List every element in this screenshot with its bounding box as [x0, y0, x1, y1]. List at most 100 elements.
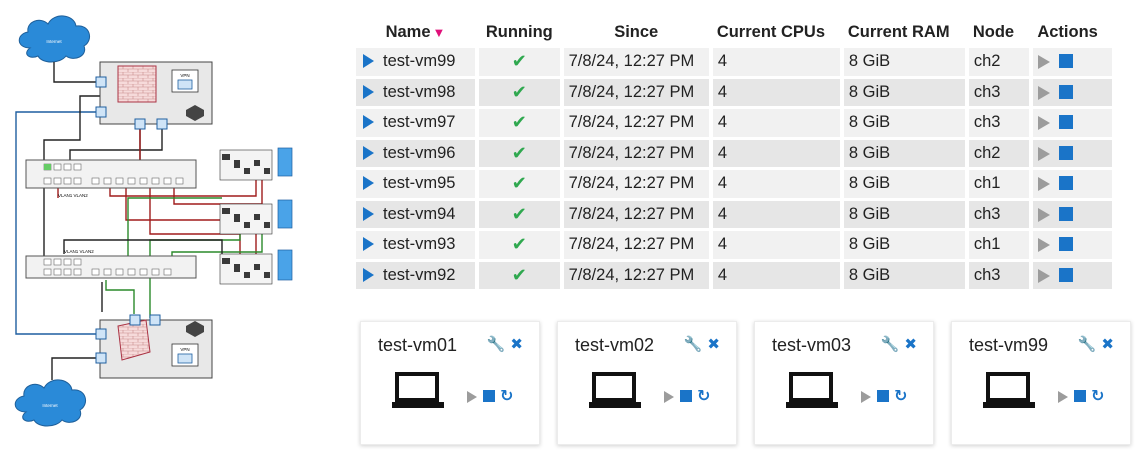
- ram-cell: 8 GiB: [843, 109, 965, 137]
- play-icon[interactable]: [1038, 116, 1051, 131]
- vm-name: test-vm97: [383, 113, 456, 132]
- vm-card-actions: ↻: [1058, 386, 1104, 406]
- play-icon[interactable]: [1038, 55, 1051, 70]
- firewall-group-top: VPN: [95, 61, 213, 130]
- stop-icon[interactable]: [680, 390, 692, 402]
- close-icon[interactable]: ✖: [1101, 336, 1114, 353]
- vm-name: test-vm96: [383, 143, 456, 162]
- table-row[interactable]: test-vm93 ✔ 7/8/24, 12:27 PM 4 8 GiB ch1: [356, 231, 1112, 259]
- vm-card-tools: 🔧 ✖: [679, 335, 720, 353]
- restart-icon[interactable]: ↻: [894, 388, 907, 405]
- vm-card-title: test-vm03: [772, 335, 852, 355]
- switch-top: VLAN1 VLAN2: [25, 159, 197, 198]
- vm-name-cell[interactable]: test-vm92: [356, 261, 475, 289]
- play-icon[interactable]: [664, 391, 674, 403]
- close-icon[interactable]: ✖: [904, 336, 917, 353]
- table-row[interactable]: test-vm94 ✔ 7/8/24, 12:27 PM 4 8 GiB ch3: [356, 200, 1112, 228]
- firewall-group-bottom: VPN: [95, 314, 213, 379]
- expand-triangle-icon[interactable]: [363, 206, 374, 221]
- stop-icon[interactable]: [1059, 54, 1074, 69]
- vm-card[interactable]: test-vm03 🔧 ✖ ↻: [754, 321, 934, 445]
- stop-icon[interactable]: [1074, 390, 1086, 402]
- expand-triangle-icon[interactable]: [363, 115, 374, 130]
- stop-icon[interactable]: [1059, 176, 1074, 191]
- vm-card-title: test-vm99: [969, 335, 1049, 355]
- restart-icon[interactable]: ↻: [1091, 388, 1104, 405]
- wrench-icon[interactable]: 🔧: [487, 336, 506, 353]
- table-row[interactable]: test-vm92 ✔ 7/8/24, 12:27 PM 4 8 GiB ch3: [356, 261, 1112, 289]
- vm-card[interactable]: test-vm01 🔧 ✖ ↻: [360, 321, 540, 445]
- table-header-row: Name ▼ Running Since Current CPUs Current…: [356, 21, 1112, 45]
- server-group: [219, 147, 293, 285]
- vm-name-cell[interactable]: test-vm93: [356, 231, 475, 259]
- vm-card-tools: 🔧 ✖: [1073, 335, 1114, 353]
- restart-icon[interactable]: ↻: [500, 388, 513, 405]
- stop-icon[interactable]: [1059, 237, 1074, 252]
- actions-cell: [1033, 48, 1112, 76]
- close-icon[interactable]: ✖: [510, 336, 523, 353]
- column-header-node[interactable]: Node: [969, 21, 1029, 45]
- play-icon[interactable]: [1038, 146, 1051, 161]
- stop-icon[interactable]: [1059, 115, 1074, 130]
- since-cell: 7/8/24, 12:27 PM: [563, 170, 709, 198]
- vm-name-cell[interactable]: test-vm98: [356, 78, 475, 106]
- column-header-name[interactable]: Name ▼: [356, 21, 475, 45]
- vm-name-cell[interactable]: test-vm97: [356, 109, 475, 137]
- expand-triangle-icon[interactable]: [363, 145, 374, 160]
- stop-icon[interactable]: [1059, 267, 1074, 282]
- vm-card-title: test-vm02: [575, 335, 655, 355]
- close-icon[interactable]: ✖: [707, 336, 720, 353]
- restart-icon[interactable]: ↻: [697, 388, 710, 405]
- cpus-cell: 4: [712, 261, 840, 289]
- stop-icon[interactable]: [1059, 84, 1074, 99]
- expand-triangle-icon[interactable]: [363, 176, 374, 191]
- play-icon[interactable]: [1038, 238, 1051, 253]
- table-row[interactable]: test-vm96 ✔ 7/8/24, 12:27 PM 4 8 GiB ch2: [356, 139, 1112, 167]
- vpn-label-bottom: VPN: [180, 347, 189, 352]
- vm-card[interactable]: test-vm99 🔧 ✖ ↻: [951, 321, 1131, 445]
- vm-table-container: Name ▼ Running Since Current CPUs Current…: [352, 18, 1116, 292]
- stop-icon[interactable]: [877, 390, 889, 402]
- table-row[interactable]: test-vm95 ✔ 7/8/24, 12:27 PM 4 8 GiB ch1: [356, 170, 1112, 198]
- running-cell: ✔: [478, 231, 560, 259]
- column-header-ram[interactable]: Current RAM: [844, 21, 965, 45]
- play-icon[interactable]: [1058, 391, 1068, 403]
- laptop-icon: [983, 372, 1035, 408]
- vm-name-cell[interactable]: test-vm96: [356, 139, 475, 167]
- node-cell: ch3: [968, 261, 1030, 289]
- vm-name-cell[interactable]: test-vm99: [356, 48, 475, 76]
- internet-label-bottom: Internet: [42, 403, 58, 408]
- stop-icon[interactable]: [1059, 145, 1074, 160]
- play-icon[interactable]: [467, 391, 477, 403]
- checkmark-icon: ✔: [511, 51, 527, 72]
- play-icon[interactable]: [1038, 85, 1051, 100]
- expand-triangle-icon[interactable]: [363, 84, 374, 99]
- table-row[interactable]: test-vm98 ✔ 7/8/24, 12:27 PM 4 8 GiB ch3: [356, 78, 1112, 106]
- node-cell: ch1: [968, 231, 1030, 259]
- play-icon[interactable]: [861, 391, 871, 403]
- column-header-running[interactable]: Running: [479, 21, 560, 45]
- checkmark-icon: ✔: [511, 173, 527, 194]
- play-icon[interactable]: [1038, 177, 1051, 192]
- ram-cell: 8 GiB: [843, 78, 965, 106]
- expand-triangle-icon[interactable]: [363, 54, 374, 69]
- wrench-icon[interactable]: 🔧: [684, 336, 703, 353]
- since-cell: 7/8/24, 12:27 PM: [563, 261, 709, 289]
- column-header-cpus[interactable]: Current CPUs: [713, 21, 840, 45]
- play-icon[interactable]: [1038, 268, 1051, 283]
- stop-icon[interactable]: [483, 390, 495, 402]
- stop-icon[interactable]: [1059, 206, 1074, 221]
- play-icon[interactable]: [1038, 207, 1051, 222]
- actions-cell: [1033, 231, 1112, 259]
- table-row[interactable]: test-vm99 ✔ 7/8/24, 12:27 PM 4 8 GiB ch2: [356, 48, 1112, 76]
- expand-triangle-icon[interactable]: [363, 267, 374, 282]
- table-row[interactable]: test-vm97 ✔ 7/8/24, 12:27 PM 4 8 GiB ch3: [356, 109, 1112, 137]
- wrench-icon[interactable]: 🔧: [1078, 336, 1097, 353]
- column-header-since[interactable]: Since: [564, 21, 709, 45]
- expand-triangle-icon[interactable]: [363, 237, 374, 252]
- actions-cell: [1033, 139, 1112, 167]
- wrench-icon[interactable]: 🔧: [881, 336, 900, 353]
- vm-name-cell[interactable]: test-vm95: [356, 170, 475, 198]
- vm-name-cell[interactable]: test-vm94: [356, 200, 475, 228]
- vm-card[interactable]: test-vm02 🔧 ✖ ↻: [557, 321, 737, 445]
